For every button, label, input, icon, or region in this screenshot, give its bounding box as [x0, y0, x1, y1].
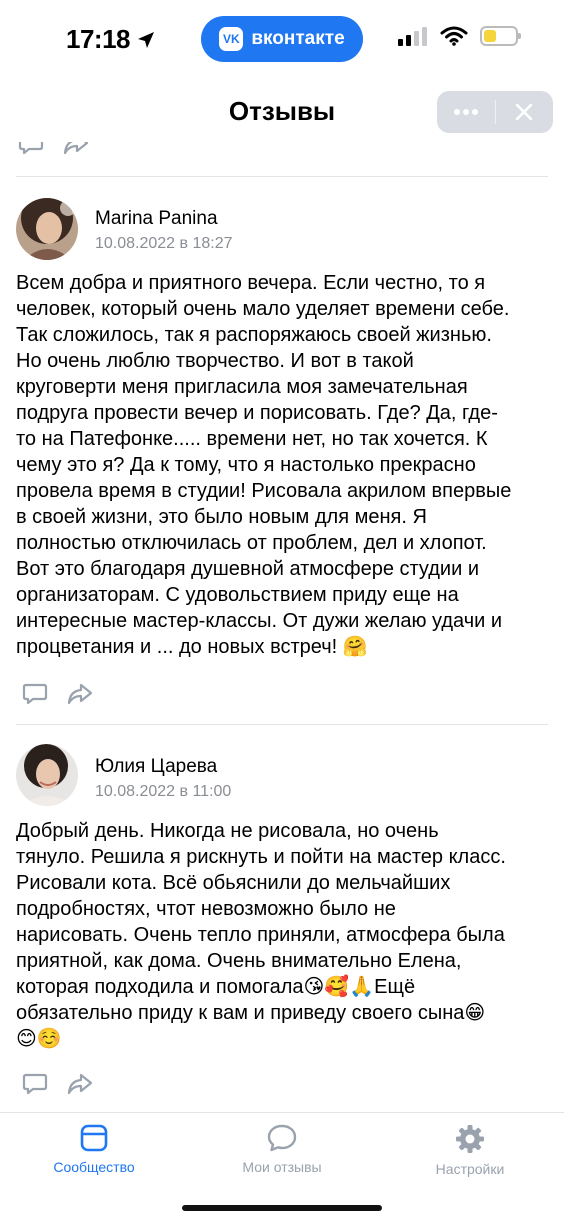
review-text-line: Добрый день. Никогда не рисовала, но оче… [16, 820, 439, 842]
close-icon [516, 103, 533, 121]
vk-logo-icon: VK [219, 27, 244, 51]
comment-icon[interactable] [22, 1072, 48, 1096]
mini-app-capsule [437, 91, 553, 133]
avatar-photo [16, 198, 78, 260]
share-icon[interactable] [66, 1072, 94, 1096]
avatar-photo [16, 744, 78, 806]
status-bar: 17:18 VK вконтакте [0, 0, 564, 80]
status-time: 17:18 [66, 24, 156, 55]
review-text: Добрый день. Никогда не рисовала, но оче… [16, 818, 548, 1052]
status-icons [398, 26, 521, 46]
review-card: Юлия Царева 10.08.2022 в 11:00 Добрый де… [0, 724, 564, 1112]
review-text-line: Так сложилось, так я распоряжаюсь своей … [16, 324, 492, 346]
review-actions [22, 682, 94, 706]
battery-level [484, 30, 496, 42]
review-card: Marina Panina 10.08.2022 в 18:27 Всем до… [0, 176, 564, 724]
review-text-line: круговерти меня пригласила моя замечател… [16, 376, 468, 398]
review-text-line: процветания и ... до новых встреч! 🤗 [16, 636, 368, 658]
review-text-line: приятной, как дома. Очень внимательно Ел… [16, 950, 462, 972]
review-text-line: полностью отключилась от проблем, дел и … [16, 532, 487, 554]
tab-settings[interactable]: Настройки [400, 1123, 540, 1177]
tab-community-label: Сообщество [53, 1159, 135, 1175]
comment-icon[interactable] [22, 682, 48, 706]
community-icon [80, 1124, 108, 1152]
nav-header: Отзывы [0, 80, 564, 142]
review-divider [16, 176, 548, 177]
review-actions [22, 1072, 94, 1096]
review-text-line: человек, который очень мало уделяет врем… [16, 298, 510, 320]
battery-icon [480, 26, 521, 46]
status-time-text: 17:18 [66, 24, 131, 54]
review-text-line: то на Патефонке..... времени нет, но так… [16, 428, 488, 450]
review-text-line: 😊☺️ [16, 1028, 62, 1050]
review-text-line: подруга провести вечер и порисовать. Где… [16, 402, 498, 424]
tab-my-reviews[interactable]: Мои отзывы [212, 1123, 352, 1175]
review-date: 10.08.2022 в 18:27 [95, 235, 233, 252]
close-button[interactable] [496, 91, 554, 133]
comment-icon[interactable] [18, 142, 44, 156]
review-text-line: интересные мастер-классы. От дужи желаю … [16, 610, 503, 632]
home-indicator[interactable] [182, 1205, 382, 1211]
avatar[interactable] [16, 198, 78, 260]
review-text-line: обязательно приду к вам и приведу своего… [16, 1002, 486, 1024]
review-divider [16, 724, 548, 725]
previous-review-actions [18, 142, 90, 160]
review-text-line: Рисовали кота. Всё обьяснили до мельчайш… [16, 872, 451, 894]
review-text-line: чему это я? Да к тому, что я настолько п… [16, 454, 476, 476]
tab-my-reviews-label: Мои отзывы [242, 1159, 322, 1175]
signal-icon [398, 27, 427, 46]
review-text-line: в своей жизни, это было новым для меня. … [16, 506, 427, 528]
review-text-line: Всем добра и приятного вечера. Если чест… [16, 272, 486, 294]
review-text-line: организаторам. С удовольствием приду еще… [16, 584, 459, 606]
review-text-line: подробностях, чтот невозможно было не [16, 898, 396, 920]
review-author[interactable]: Marina Panina [95, 208, 218, 230]
avatar[interactable] [16, 744, 78, 806]
vk-app-pill[interactable]: VK вконтакте [201, 16, 363, 62]
review-text-line: которая подходила и помогала😘🥰🙏Ещё [16, 976, 416, 998]
review-text: Всем добра и приятного вечера. Если чест… [16, 270, 548, 660]
share-icon[interactable] [66, 682, 94, 706]
review-date: 10.08.2022 в 11:00 [95, 783, 232, 800]
review-text-line: Но очень люблю творчество. И вот в такой [16, 350, 414, 372]
tab-community[interactable]: Сообщество [24, 1123, 164, 1175]
review-author[interactable]: Юлия Царева [95, 756, 217, 778]
vk-app-pill-label: вконтакте [251, 28, 345, 49]
gear-icon [456, 1125, 484, 1153]
review-text-line: тянуло. Решила я рискнуть и пойти на мас… [16, 846, 506, 868]
more-dots-icon [453, 109, 478, 115]
share-icon[interactable] [62, 142, 90, 156]
review-text-line: Вот это благодаря душевной атмосфере сту… [16, 558, 480, 580]
chat-bubble-icon [267, 1124, 297, 1152]
tab-settings-label: Настройки [435, 1161, 505, 1177]
review-text-line: нарисовать. Очень тепло приняли, атмосфе… [16, 924, 505, 946]
review-text-line: провела время в студии! Рисовала акрилом… [16, 480, 512, 502]
wifi-icon [440, 26, 468, 46]
more-button[interactable] [437, 91, 495, 133]
location-arrow-icon [138, 31, 154, 48]
